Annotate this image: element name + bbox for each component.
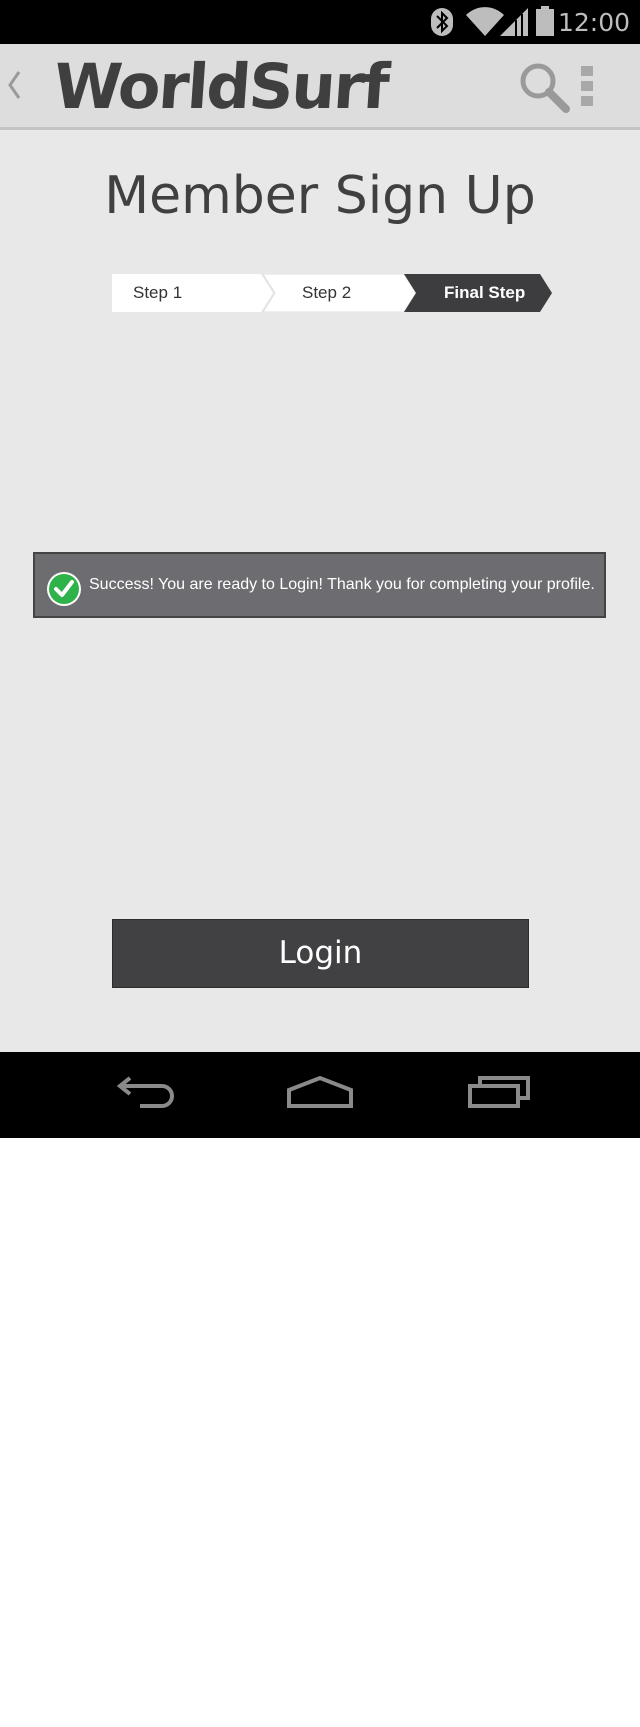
overflow-menu-icon[interactable] xyxy=(576,64,598,108)
system-nav-bar xyxy=(0,1052,640,1138)
blank-area xyxy=(0,1138,640,1727)
login-button[interactable]: Login xyxy=(112,919,529,988)
recents-nav-icon[interactable] xyxy=(468,1072,532,1116)
battery-icon xyxy=(536,6,554,36)
main-content: Member Sign Up Step 1 Step 2 Final Step … xyxy=(0,130,640,1052)
wifi-icon xyxy=(466,7,504,36)
back-nav-icon[interactable] xyxy=(110,1072,174,1116)
back-icon[interactable] xyxy=(6,70,22,100)
step-1-label: Step 1 xyxy=(133,283,183,302)
action-bar: WorldSurf xyxy=(0,44,640,130)
clock: 12:00 xyxy=(557,8,630,37)
bluetooth-icon xyxy=(431,8,453,36)
success-message: Success! You are ready to Login! Thank y… xyxy=(89,576,595,593)
final-step-label: Final Step xyxy=(444,283,526,302)
status-bar: 12:00 xyxy=(0,0,640,44)
check-circle-icon xyxy=(47,572,81,606)
step-2-label: Step 2 xyxy=(302,283,352,302)
success-alert: Success! You are ready to Login! Thank y… xyxy=(33,552,606,618)
cell-signal-icon xyxy=(500,8,528,36)
page-title: Member Sign Up xyxy=(104,166,536,226)
step-progress: Step 1 Step 2 Final Step xyxy=(112,274,552,312)
search-icon[interactable] xyxy=(518,61,570,113)
home-nav-icon[interactable] xyxy=(286,1072,354,1116)
app-logo: WorldSurf xyxy=(51,50,390,123)
